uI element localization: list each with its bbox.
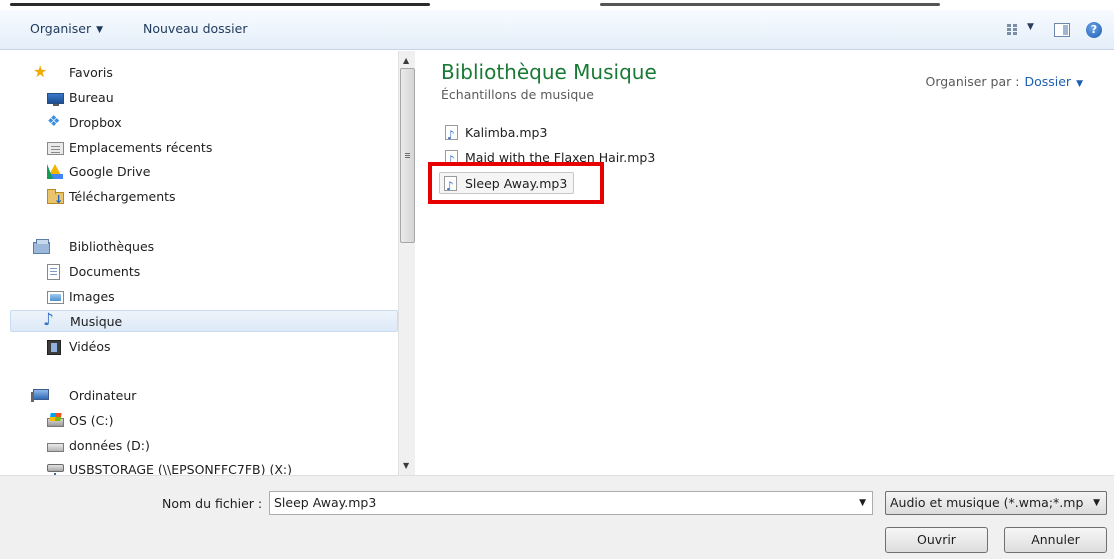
nav-item-label: USBSTORAGE (\\EPSONFFC7FB) (X:) bbox=[69, 462, 292, 475]
nav-favorites-label: Favoris bbox=[69, 65, 113, 80]
audio-file-icon bbox=[445, 124, 458, 146]
library-subtitle: Échantillons de musique bbox=[441, 87, 594, 102]
star-icon: ★ bbox=[33, 62, 48, 81]
file-name: Kalimba.mp3 bbox=[465, 125, 548, 140]
recent-places-icon bbox=[47, 142, 64, 155]
nav-item-label: Emplacements récents bbox=[69, 140, 213, 155]
nav-libraries[interactable]: Bibliothèques bbox=[33, 236, 393, 258]
toolbar-view-controls: ▼ ? bbox=[974, 16, 1114, 44]
downloads-icon bbox=[47, 189, 64, 211]
open-button[interactable]: Ouvrir bbox=[885, 527, 988, 553]
grip-icon bbox=[405, 153, 410, 154]
nav-item-label: Images bbox=[69, 289, 115, 304]
nav-item-label: Bureau bbox=[69, 90, 114, 105]
nav-item-bureau[interactable]: Bureau bbox=[33, 87, 393, 109]
new-folder-button[interactable]: Nouveau dossier bbox=[143, 21, 247, 36]
nav-item-images[interactable]: Images bbox=[33, 286, 393, 308]
strip-shadow-left bbox=[10, 3, 430, 6]
preview-pane-icon[interactable] bbox=[1054, 23, 1070, 37]
cancel-button[interactable]: Annuler bbox=[1004, 527, 1107, 553]
selection-highlight-box bbox=[428, 162, 604, 204]
chevron-down-icon[interactable]: ▼ bbox=[1093, 492, 1100, 514]
nav-item-music[interactable]: ♪ Musique bbox=[10, 310, 398, 332]
navigation-pane: ★ Favoris Bureau ❖ Dropbox Emplacements … bbox=[0, 51, 398, 475]
documents-icon bbox=[47, 264, 60, 280]
file-list-pane: Bibliothèque Musique Échantillons de mus… bbox=[419, 51, 1114, 475]
nav-item-label: données (D:) bbox=[69, 438, 150, 453]
drive-icon bbox=[47, 443, 64, 452]
chevron-down-icon[interactable]: ▼ bbox=[1076, 79, 1083, 89]
nav-item-drive-x[interactable]: USBSTORAGE (\\EPSONFFC7FB) (X:) bbox=[33, 459, 393, 475]
nav-item-label: Vidéos bbox=[69, 339, 111, 354]
filename-history-chevron-icon[interactable]: ▼ bbox=[859, 492, 866, 514]
nav-item-google-drive[interactable]: Google Drive bbox=[33, 161, 393, 183]
nav-item-recent-places[interactable]: Emplacements récents bbox=[33, 137, 393, 159]
nav-item-label: Documents bbox=[69, 264, 141, 279]
libraries-icon bbox=[33, 239, 50, 254]
videos-icon bbox=[47, 340, 61, 355]
desktop-icon bbox=[47, 93, 64, 106]
file-type-value: Audio et musique (*.wma;*.mp bbox=[890, 495, 1084, 510]
chevron-down-icon: ▼ bbox=[96, 25, 104, 35]
organise-label: Organiser bbox=[30, 21, 92, 36]
dropbox-icon: ❖ bbox=[47, 112, 61, 130]
google-drive-icon bbox=[47, 164, 63, 179]
dialog-footer: Nom du fichier : Sleep Away.mp3 ▼ Audio … bbox=[0, 475, 1114, 559]
windows-drive-icon bbox=[47, 413, 64, 427]
nav-libraries-label: Bibliothèques bbox=[69, 239, 155, 254]
network-drive-icon bbox=[47, 464, 64, 475]
nav-item-drive-d[interactable]: données (D:) bbox=[33, 435, 393, 457]
nav-computer-label: Ordinateur bbox=[69, 388, 137, 403]
toolbar: Organiser ▼ Nouveau dossier ▼ ? bbox=[0, 10, 1114, 50]
computer-icon bbox=[31, 389, 49, 402]
file-type-select[interactable]: Audio et musique (*.wma;*.mp ▼ bbox=[885, 491, 1107, 515]
nav-favorites[interactable]: ★ Favoris bbox=[33, 62, 393, 84]
nav-item-label: Téléchargements bbox=[69, 189, 176, 204]
arrange-by-label: Organiser par : bbox=[925, 74, 1020, 89]
nav-item-videos[interactable]: Vidéos bbox=[33, 336, 393, 358]
nav-item-dropbox[interactable]: ❖ Dropbox bbox=[33, 112, 393, 134]
nav-computer[interactable]: Ordinateur bbox=[31, 385, 393, 407]
nav-item-label: Google Drive bbox=[69, 164, 151, 179]
images-icon bbox=[47, 291, 64, 304]
filename-input[interactable]: Sleep Away.mp3 ▼ bbox=[269, 491, 873, 515]
change-view-icon[interactable] bbox=[1007, 24, 1021, 36]
scroll-up-arrow-icon[interactable]: ▲ bbox=[403, 56, 409, 65]
help-icon[interactable]: ? bbox=[1086, 22, 1102, 38]
strip-shadow-right bbox=[600, 3, 940, 6]
nav-item-drive-c[interactable]: OS (C:) bbox=[33, 410, 393, 432]
scroll-down-arrow-icon[interactable]: ▼ bbox=[403, 461, 409, 470]
music-icon: ♪ bbox=[43, 310, 54, 330]
view-options-chevron-icon[interactable]: ▼ bbox=[1027, 22, 1034, 32]
arrange-by-value[interactable]: Dossier bbox=[1024, 74, 1071, 89]
nav-item-label: Dropbox bbox=[69, 115, 122, 130]
navigation-scrollbar[interactable]: ▲ ▼ bbox=[398, 51, 415, 475]
arrange-by-control[interactable]: Organiser par : Dossier ▼ bbox=[925, 74, 1083, 89]
nav-item-label: OS (C:) bbox=[69, 413, 114, 428]
library-title: Bibliothèque Musique bbox=[441, 60, 657, 84]
title-strip bbox=[0, 0, 1114, 10]
filename-label: Nom du fichier : bbox=[162, 496, 263, 511]
filename-value: Sleep Away.mp3 bbox=[274, 495, 377, 510]
scrollbar-thumb[interactable] bbox=[400, 68, 415, 243]
organise-button[interactable]: Organiser ▼ bbox=[30, 21, 103, 36]
file-item-kalimba[interactable]: Kalimba.mp3 bbox=[441, 122, 571, 146]
nav-item-documents[interactable]: Documents bbox=[33, 261, 393, 283]
nav-item-label: Musique bbox=[70, 314, 123, 329]
nav-item-downloads[interactable]: Téléchargements bbox=[33, 186, 393, 211]
